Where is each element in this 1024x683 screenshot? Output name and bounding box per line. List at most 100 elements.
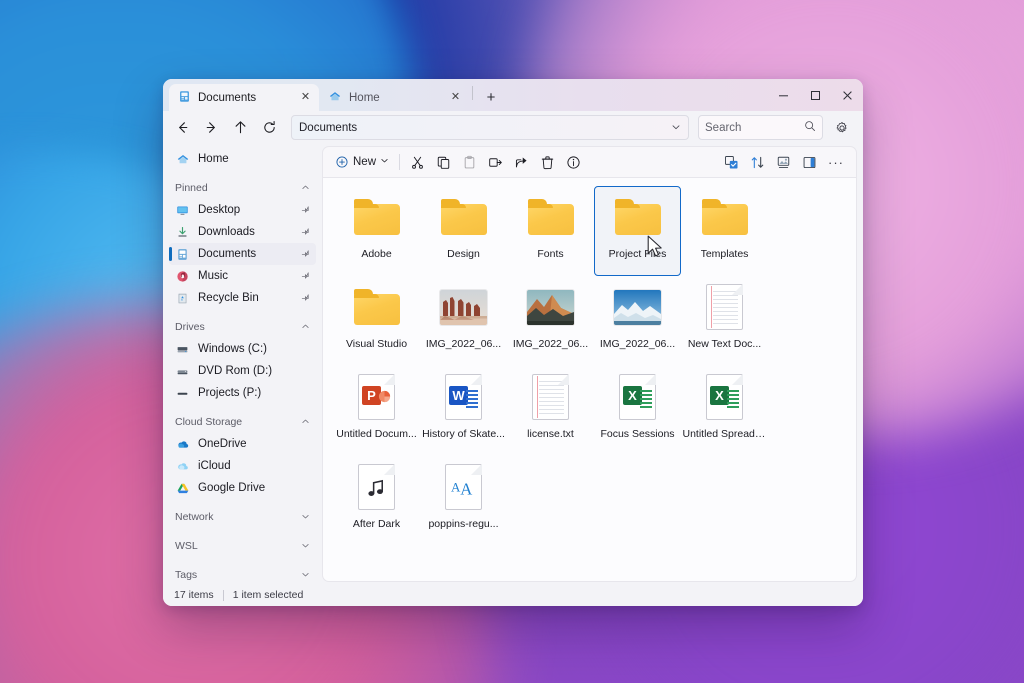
file-item-license-txt[interactable]: license.txt: [507, 366, 594, 456]
properties-button[interactable]: [561, 150, 586, 175]
sidebar-item-projects-p[interactable]: Projects (P:): [169, 382, 316, 404]
folder-icon: [614, 193, 662, 241]
file-item-poppins-regular[interactable]: A A poppins-regu...: [420, 456, 507, 546]
chevron-down-icon[interactable]: [301, 541, 310, 552]
home-icon: [328, 90, 342, 106]
cut-button[interactable]: [405, 150, 430, 175]
chevron-up-icon[interactable]: [301, 183, 310, 194]
file-item-adobe[interactable]: Adobe: [333, 186, 420, 276]
file-item-untitled-spreadsheet[interactable]: X Untitled Spreads...: [681, 366, 768, 456]
file-item-untitled-document[interactable]: P Untitled Docum...: [333, 366, 420, 456]
trash-icon: [541, 155, 554, 169]
rename-button[interactable]: [483, 150, 508, 175]
chevron-up-icon[interactable]: [301, 417, 310, 428]
music-icon: [175, 269, 190, 284]
tab-close-icon[interactable]: ✕: [298, 90, 313, 105]
file-grid-pane[interactable]: Adobe Design Fonts Project Files Templat…: [322, 177, 857, 582]
sidebar-item-desktop[interactable]: Desktop: [169, 199, 316, 221]
file-name: Untitled Docum...: [336, 428, 417, 440]
excel-file-icon: X: [614, 373, 662, 421]
sidebar-item-downloads[interactable]: Downloads: [169, 221, 316, 243]
text-file-icon: [701, 283, 749, 331]
view-button[interactable]: [771, 150, 796, 175]
sidebar-item-onedrive[interactable]: OneDrive: [169, 433, 316, 455]
search-placeholder: Search: [705, 121, 742, 134]
file-item-img-desert[interactable]: IMG_2022_06...: [420, 276, 507, 366]
close-button[interactable]: [831, 79, 863, 111]
pin-icon[interactable]: [298, 225, 312, 239]
chevron-down-icon[interactable]: [671, 122, 681, 134]
file-item-img-mountain[interactable]: IMG_2022_06...: [507, 276, 594, 366]
sidebar-item-label: Downloads: [198, 226, 255, 238]
file-item-img-snow[interactable]: IMG_2022_06...: [594, 276, 681, 366]
new-button[interactable]: New: [330, 150, 394, 175]
folder-icon: [353, 283, 401, 331]
file-item-new-text-document[interactable]: New Text Doc...: [681, 276, 768, 366]
sidebar-group-tags[interactable]: Tags: [169, 564, 316, 584]
tab-close-icon[interactable]: ✕: [448, 90, 463, 105]
chevron-down-icon[interactable]: [301, 512, 310, 523]
group-by-button[interactable]: [719, 150, 744, 175]
sidebar-item-music[interactable]: Music: [169, 265, 316, 287]
file-name: Fonts: [537, 248, 564, 260]
up-button[interactable]: [227, 114, 254, 141]
chevron-down-icon[interactable]: [301, 570, 310, 581]
chevron-up-icon[interactable]: [301, 322, 310, 333]
sidebar-item-home[interactable]: Home: [169, 148, 316, 170]
sidebar-item-recycle-bin[interactable]: Recycle Bin: [169, 287, 316, 309]
search-input[interactable]: Search: [698, 115, 823, 140]
sort-icon: [751, 156, 764, 168]
plus-circle-icon: [336, 156, 348, 168]
chevron-down-icon[interactable]: [380, 156, 389, 168]
sidebar-group-pinned[interactable]: Pinned: [169, 177, 316, 199]
sidebar-item-dvd-rom-d[interactable]: DVD Rom (D:): [169, 360, 316, 382]
toolbar-divider: [399, 154, 401, 170]
new-tab-button[interactable]: +: [480, 86, 502, 108]
file-item-after-dark[interactable]: After Dark: [333, 456, 420, 546]
forward-button[interactable]: [198, 114, 225, 141]
file-item-visual-studio[interactable]: Visual Studio: [333, 276, 420, 366]
search-icon: [804, 120, 816, 135]
file-item-project-files[interactable]: Project Files: [594, 186, 681, 276]
icloud-icon: [175, 459, 190, 474]
file-item-focus-sessions[interactable]: X Focus Sessions: [594, 366, 681, 456]
desktop-icon: [175, 203, 190, 218]
sidebar-item-google-drive[interactable]: Google Drive: [169, 477, 316, 499]
sidebar-group-wsl[interactable]: WSL: [169, 535, 316, 557]
pin-icon[interactable]: [298, 203, 312, 217]
window-body: Home Pinned Desktop Downloads Documents …: [163, 144, 863, 584]
sidebar-group-network[interactable]: Network: [169, 506, 316, 528]
pin-icon[interactable]: [298, 291, 312, 305]
pin-icon[interactable]: [298, 269, 312, 283]
file-item-history-of-skate[interactable]: W History of Skate...: [420, 366, 507, 456]
share-button[interactable]: [509, 150, 534, 175]
sidebar-item-documents[interactable]: Documents: [169, 243, 316, 265]
sidebar-group-cloud-storage[interactable]: Cloud Storage: [169, 411, 316, 433]
address-input[interactable]: Documents: [291, 115, 689, 140]
refresh-button[interactable]: [256, 114, 283, 141]
command-toolbar: New ···: [322, 146, 857, 177]
sidebar-item-label: Documents: [198, 248, 257, 260]
details-pane-button[interactable]: [797, 150, 822, 175]
tab-home[interactable]: Home ✕: [319, 84, 469, 111]
pin-icon[interactable]: [298, 247, 312, 261]
file-item-design[interactable]: Design: [420, 186, 507, 276]
back-button[interactable]: [169, 114, 196, 141]
tab-documents[interactable]: Documents ✕: [169, 84, 319, 111]
copy-button[interactable]: [431, 150, 456, 175]
sort-button[interactable]: [745, 150, 770, 175]
sidebar-group-drives[interactable]: Drives: [169, 316, 316, 338]
sidebar-item-icloud[interactable]: iCloud: [169, 455, 316, 477]
settings-gear-icon[interactable]: [829, 115, 855, 141]
sidebar-item-windows-c[interactable]: Windows (C:): [169, 338, 316, 360]
maximize-button[interactable]: [799, 79, 831, 111]
file-item-templates[interactable]: Templates: [681, 186, 768, 276]
delete-button[interactable]: [535, 150, 560, 175]
file-item-fonts[interactable]: Fonts: [507, 186, 594, 276]
minimize-button[interactable]: [767, 79, 799, 111]
svg-text:A: A: [460, 480, 472, 499]
file-name: Project Files: [608, 248, 667, 260]
see-more-button[interactable]: ···: [823, 150, 849, 175]
file-name: History of Skate...: [422, 428, 505, 440]
paste-icon: [464, 155, 475, 168]
